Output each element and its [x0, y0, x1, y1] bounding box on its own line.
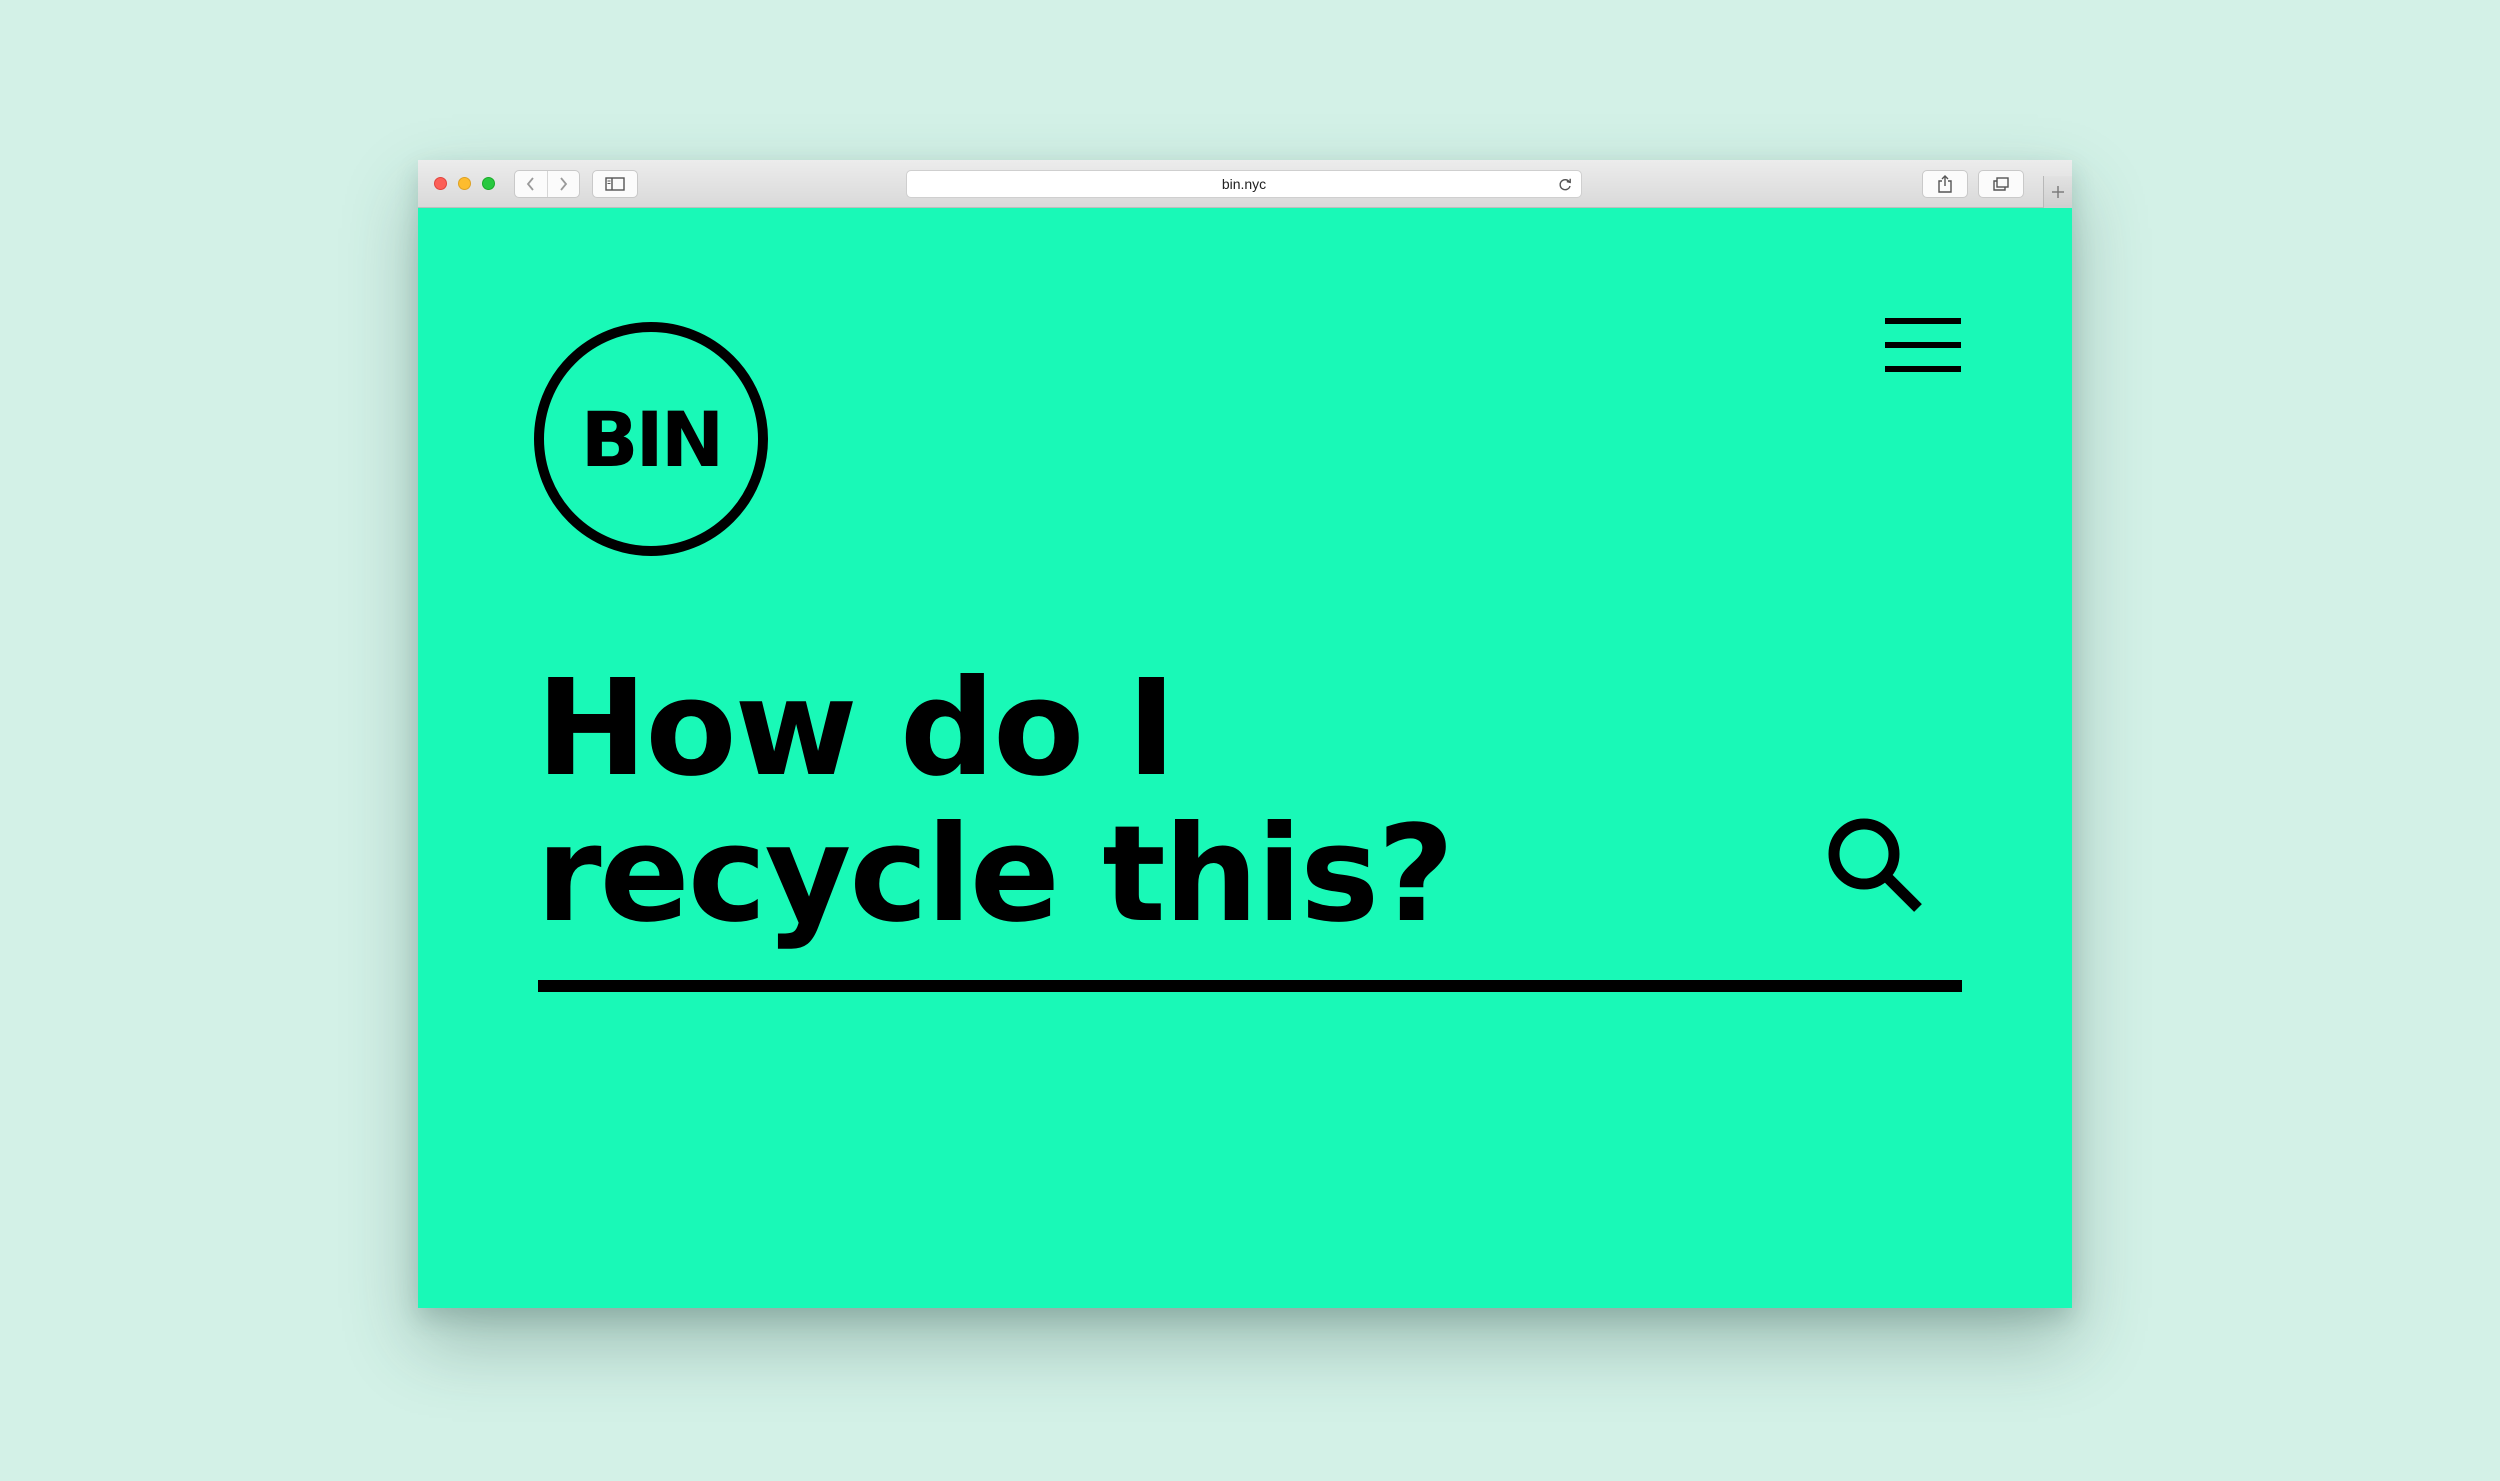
- chevron-right-icon: [560, 177, 568, 191]
- close-window-button[interactable]: [434, 177, 447, 190]
- zoom-window-button[interactable]: [482, 177, 495, 190]
- tabs-overview-button[interactable]: [1978, 170, 2024, 198]
- share-button[interactable]: [1922, 170, 1968, 198]
- headline-line-2: recycle this?: [536, 798, 1454, 952]
- chevron-left-icon: [526, 177, 534, 191]
- hamburger-menu-button[interactable]: [1885, 318, 1961, 372]
- sidebar-button[interactable]: [592, 170, 638, 198]
- search-headline[interactable]: How do I recycle this?: [536, 652, 1454, 952]
- search-button[interactable]: [1822, 812, 1932, 922]
- search-icon: [1828, 818, 1922, 912]
- search-underline: [538, 980, 1962, 992]
- share-icon: [1938, 175, 1952, 193]
- new-tab-button[interactable]: [2043, 176, 2072, 208]
- forward-button[interactable]: [546, 171, 580, 197]
- menu-bar-top: [1885, 318, 1961, 324]
- browser-window: bin.nyc BIN How do I recycle this?: [418, 160, 2072, 1308]
- bin-logo[interactable]: BIN: [534, 322, 768, 556]
- menu-bar-middle: [1885, 342, 1961, 348]
- plus-icon: [2052, 186, 2064, 198]
- history-navigation: [514, 170, 580, 198]
- sidebar-icon: [605, 177, 625, 191]
- reload-icon[interactable]: [1557, 177, 1573, 193]
- page-content: BIN How do I recycle this?: [418, 208, 2072, 1308]
- logo-text: BIN: [580, 395, 725, 484]
- minimize-window-button[interactable]: [458, 177, 471, 190]
- headline-line-1: How do I: [536, 652, 1176, 806]
- url-text: bin.nyc: [1221, 176, 1267, 192]
- tabs-overview-icon: [1993, 177, 2009, 191]
- back-button[interactable]: [515, 171, 547, 197]
- menu-bar-bottom: [1885, 366, 1961, 372]
- browser-toolbar: bin.nyc: [418, 160, 2072, 208]
- address-bar[interactable]: bin.nyc: [906, 170, 1582, 198]
